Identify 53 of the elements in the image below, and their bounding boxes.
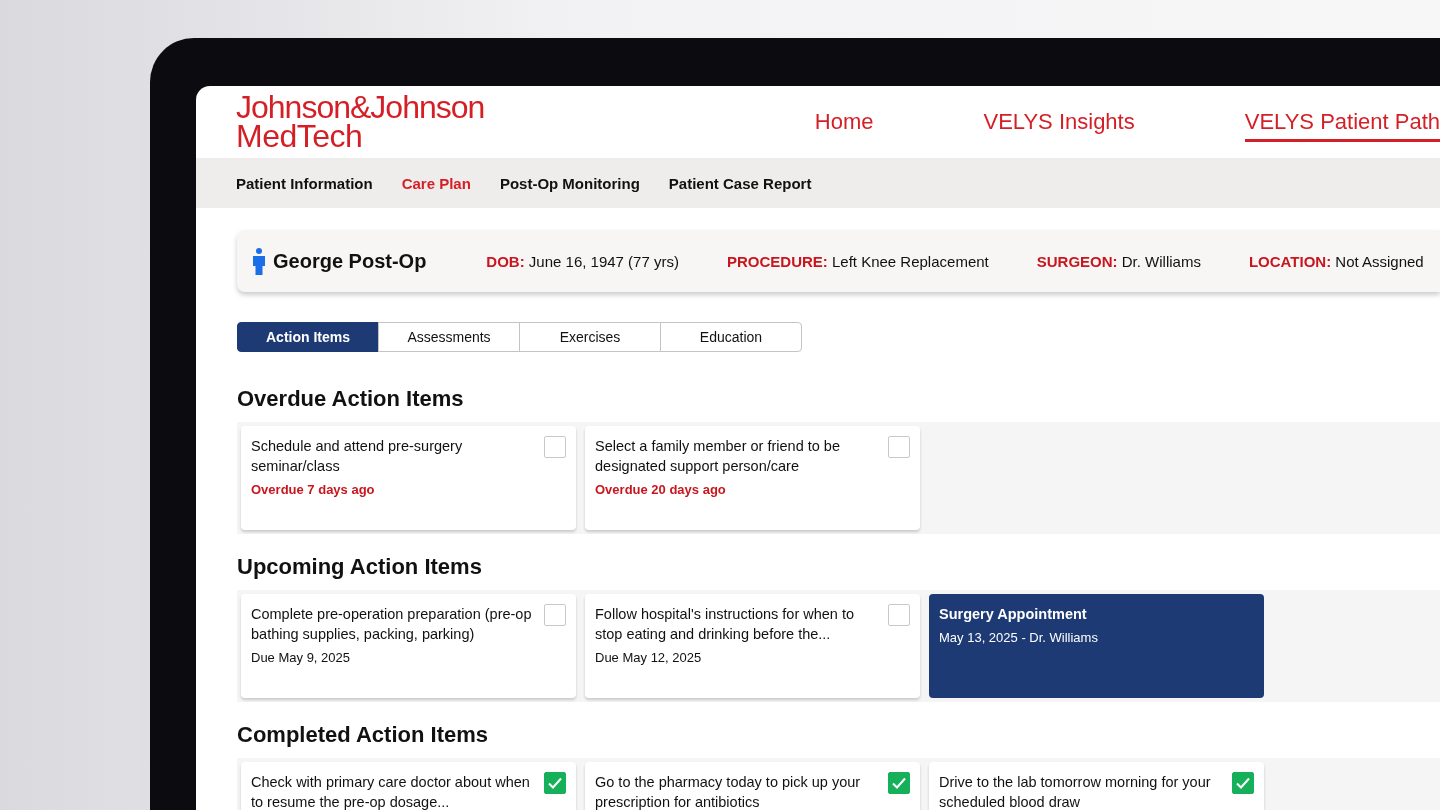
subnav-link[interactable]: Care Plan (401, 174, 471, 192)
checkbox[interactable] (1232, 772, 1254, 794)
due-date: Overdue 7 days ago (251, 482, 376, 497)
check-icon (891, 775, 907, 791)
action-item-card[interactable]: Complete pre-operation preparation (pre-op bathing supplies, packing, parking) Due May 9, 2025 (241, 594, 576, 698)
appointment-title: Surgery Appointment (939, 605, 1088, 624)
due-date: Due May 9, 2025 (251, 650, 351, 665)
action-item-text: Go to the pharmacy today to pick up your prescription for antibiotics (595, 773, 862, 810)
tab[interactable]: Education (660, 322, 802, 352)
checkbox[interactable] (544, 436, 566, 458)
patient-detail: DOB: June 16, 1947 (77 yrs) (486, 252, 679, 270)
checkbox[interactable] (888, 436, 910, 458)
subnav-link[interactable]: Post-Op Monitoring (499, 174, 640, 192)
action-item-card[interactable]: Check with primary care doctor about when to resume the pre-op dosage... (241, 762, 576, 810)
tab[interactable]: Action Items (237, 322, 379, 352)
section-heading: Completed Action Items (237, 722, 489, 748)
nav-link[interactable]: VELYS Patient Path (1244, 102, 1440, 142)
patient-detail: LOCATION: Not Assigned (1248, 252, 1424, 270)
patient-detail: PROCEDURE: Left Knee Replacement (726, 252, 989, 270)
action-item-text: Drive to the lab tomorrow morning for your scheduled blood draw (939, 773, 1212, 810)
action-item-card[interactable]: Go to the pharmacy today to pick up your prescription for antibiotics (585, 762, 920, 810)
person-icon (253, 247, 265, 275)
logo-subtitle: MedTech (236, 121, 364, 151)
section-heading: Upcoming Action Items (237, 554, 483, 580)
action-item-card[interactable]: Drive to the lab tomorrow morning for your scheduled blood draw (929, 762, 1264, 810)
section-heading: Overdue Action Items (237, 386, 465, 412)
appointment-card[interactable]: Surgery Appointment May 13, 2025 - Dr. Williams (929, 594, 1264, 698)
logo-wordmark: Johnson&Johnson (236, 93, 486, 121)
checkbox[interactable] (544, 772, 566, 794)
checkbox[interactable] (888, 772, 910, 794)
action-item-text: Follow hospital's instructions for when to stop eating and drinking before the... (595, 605, 856, 644)
due-date: Due May 12, 2025 (595, 650, 703, 665)
checkbox[interactable] (544, 604, 566, 626)
checkbox[interactable] (888, 604, 910, 626)
subnav-link[interactable]: Patient Case Report (668, 174, 812, 192)
patient-name: George Post-Op (273, 249, 427, 273)
action-item-text: Select a family member or friend to be designated support person/care (595, 437, 841, 476)
subnav-link[interactable]: Patient Information (236, 174, 373, 192)
action-item-text: Schedule and attend pre-surgery seminar/class (251, 437, 464, 476)
action-item-text: Check with primary care doctor about when to resume the pre-op dosage... (251, 773, 531, 810)
due-date: Overdue 20 days ago (595, 482, 727, 497)
action-item-card[interactable]: Follow hospital's instructions for when to stop eating and drinking before the... Due May 12, 2025 (585, 594, 920, 698)
tab[interactable]: Assessments (378, 322, 520, 352)
nav-link[interactable]: VELYS Insights (983, 102, 1135, 142)
check-icon (1235, 775, 1251, 791)
patient-detail: SURGEON: Dr. Williams (1036, 252, 1201, 270)
action-item-card[interactable]: Select a family member or friend to be designated support person/care Overdue 20 days ago (585, 426, 920, 530)
appointment-date: May 13, 2025 - Dr. Williams (939, 630, 1099, 645)
action-item-text: Complete pre-operation preparation (pre-op bathing supplies, packing, parking) (251, 605, 533, 644)
check-icon (547, 775, 563, 791)
tab[interactable]: Exercises (519, 322, 661, 352)
nav-link[interactable]: Home (814, 102, 874, 142)
action-item-card[interactable]: Schedule and attend pre-surgery seminar/class Overdue 7 days ago (241, 426, 576, 530)
